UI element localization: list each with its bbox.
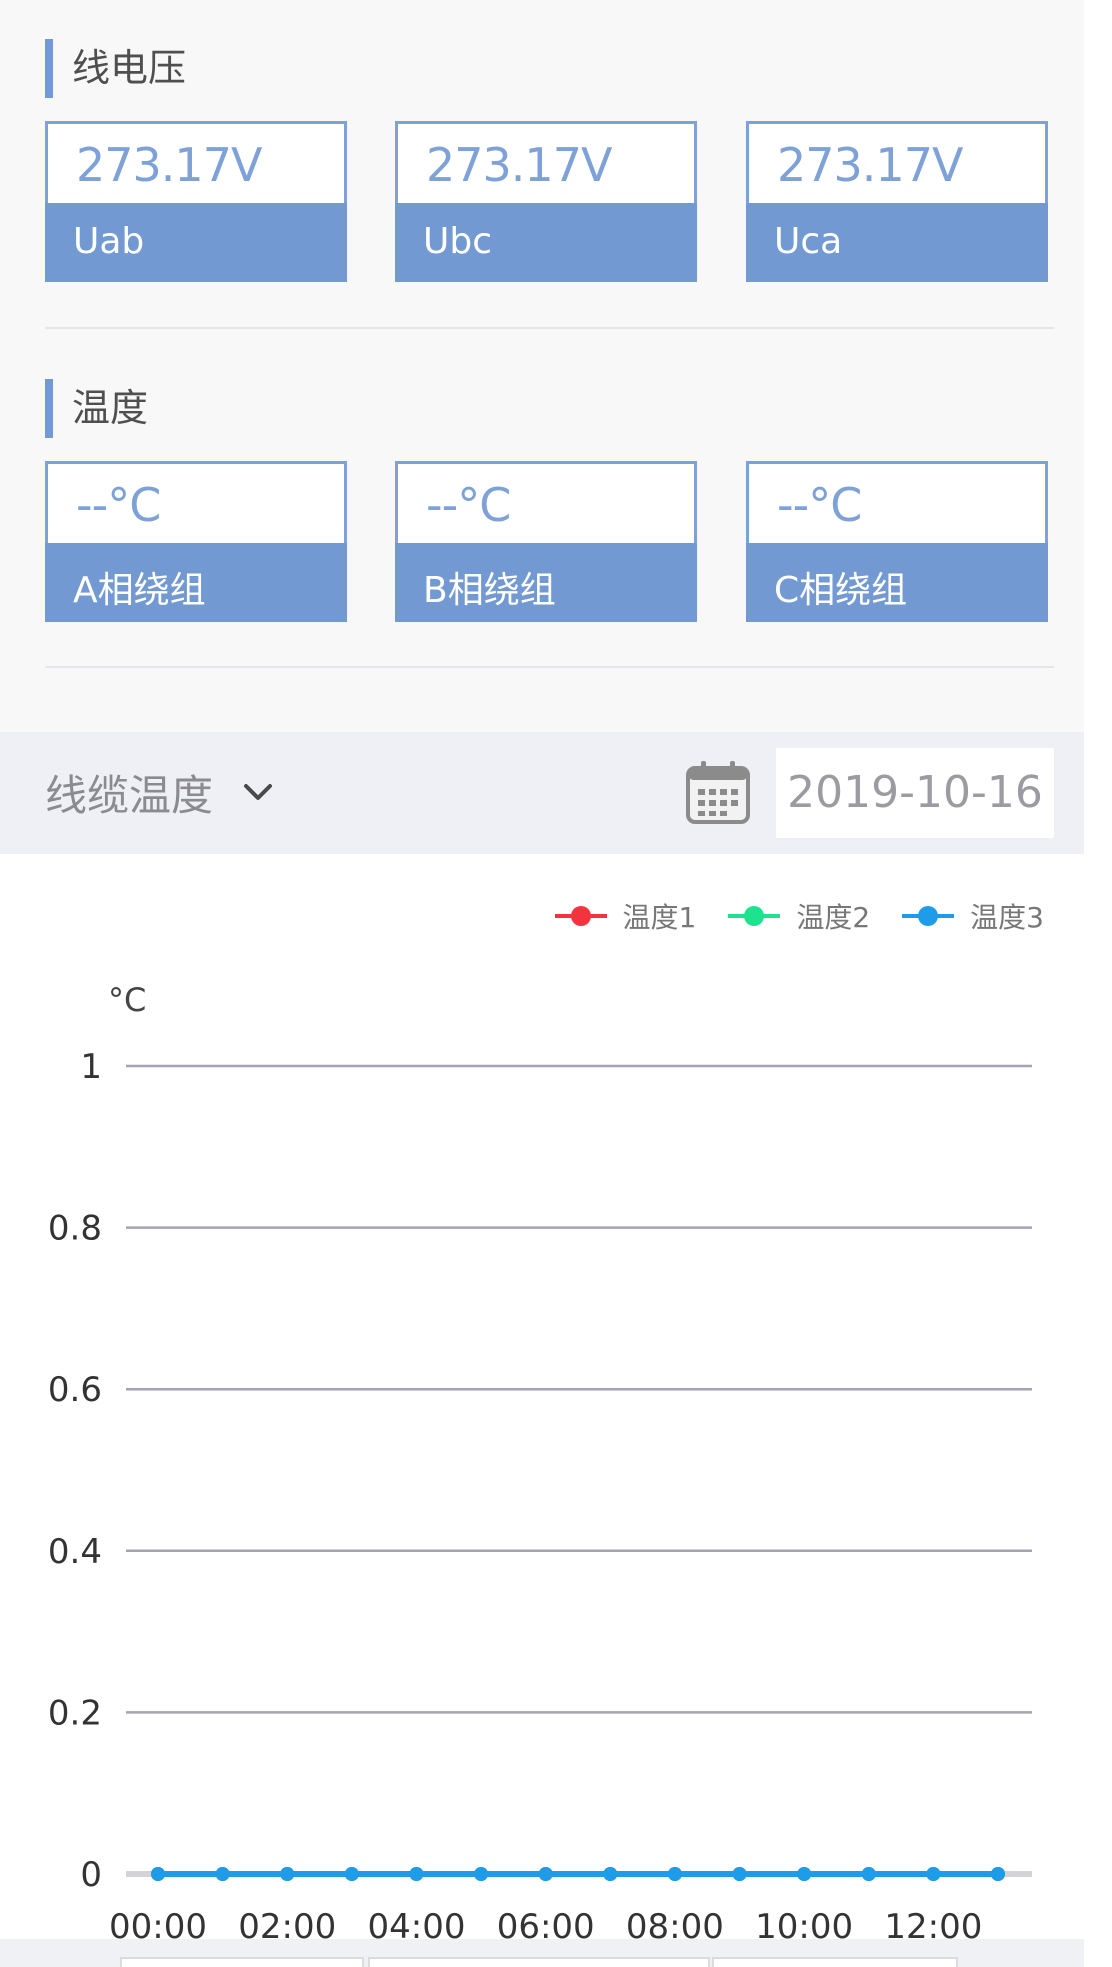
temperature-card-a: --°C A相绕组	[45, 461, 347, 622]
x-tick-label: 06:00	[497, 1907, 595, 1939]
chart-legend: 温度1 温度2 温度3	[553, 896, 1044, 936]
legend-label-series1: 温度1	[622, 901, 697, 934]
section-divider	[45, 666, 1054, 668]
series-point-3	[280, 1867, 295, 1881]
card-label-bar: A相绕组	[45, 543, 347, 622]
section-title-temperature: 温度	[45, 379, 148, 438]
y-tick-label: 0.6	[48, 1370, 102, 1410]
chevron-down-icon	[244, 784, 273, 800]
legend-swatch-series3	[902, 906, 955, 926]
y-tick-label: 1	[80, 1047, 102, 1087]
series-point-3	[667, 1867, 682, 1881]
voltage-card-uca: 273.17V Uca	[746, 121, 1048, 282]
y-tick-label: 0.8	[48, 1209, 102, 1249]
series-point-3	[732, 1867, 747, 1881]
temperature-chart: °C 1 0.8 0.6 0.4 0.2 0 00:00 02:00 04:00 06:00 08:0…	[0, 854, 1084, 1939]
voltage-card-uab: 273.17V Uab	[45, 121, 347, 282]
series-point-3	[409, 1867, 424, 1881]
page: 线电压 273.17V Uab 273.17V Ubc 273.17V Uca …	[0, 0, 1112, 1967]
legend-item-series1[interactable]: 温度1	[553, 896, 697, 936]
metric-dropdown-label: 线缆温度	[45, 770, 214, 820]
card-label-bar: B相绕组	[395, 543, 697, 622]
series-point-3	[926, 1867, 941, 1881]
series-point-3	[538, 1867, 553, 1881]
voltage-card-ubc: 273.17V Ubc	[395, 121, 697, 282]
card-label-bar: Uca	[746, 203, 1048, 282]
series-point-3	[344, 1867, 359, 1881]
voltage-label: Uca	[774, 221, 843, 262]
y-tick-label: 0.2	[48, 1693, 102, 1733]
series-point-3	[215, 1867, 230, 1881]
voltage-label: Ubc	[423, 221, 492, 262]
series-point-3	[603, 1867, 618, 1881]
chart-selector-bar: 线缆温度	[0, 732, 1084, 854]
temperature-value: --°C	[426, 478, 511, 532]
legend-item-series3[interactable]: 温度3	[900, 896, 1044, 936]
y-axis-unit-label: °C	[108, 981, 146, 1019]
date-input[interactable]	[776, 748, 1054, 838]
y-tick-label: 0.4	[48, 1532, 102, 1572]
temperature-label: C相绕组	[774, 570, 908, 611]
temperature-label: B相绕组	[423, 570, 556, 611]
x-tick-label: 12:00	[884, 1907, 982, 1939]
metric-dropdown[interactable]: 线缆温度	[45, 760, 275, 824]
y-tick-label: 0	[80, 1855, 102, 1895]
temperature-value: --°C	[76, 478, 161, 532]
temperature-card-c: --°C C相绕组	[746, 461, 1048, 622]
x-tick-label: 04:00	[367, 1907, 465, 1939]
series-point-3	[991, 1867, 1005, 1881]
section-divider	[45, 327, 1054, 329]
bottom-tab-strip	[0, 1939, 1084, 1967]
x-tick-label: 00:00	[109, 1907, 207, 1939]
voltage-value: 273.17V	[426, 138, 612, 192]
legend-label-series2: 温度2	[796, 901, 871, 934]
voltage-value: 273.17V	[76, 138, 262, 192]
bottom-tab[interactable]	[368, 1957, 710, 1967]
card-label-bar: C相绕组	[746, 543, 1048, 622]
card-label-bar: Uab	[45, 203, 347, 282]
voltage-label: Uab	[73, 221, 145, 262]
bottom-tab[interactable]	[120, 1957, 364, 1967]
calendar-icon[interactable]	[684, 758, 752, 826]
legend-swatch-series1	[554, 906, 607, 926]
section-title-voltage: 线电压	[45, 39, 186, 98]
legend-item-series2[interactable]: 温度2	[726, 896, 870, 936]
series-point-3	[474, 1867, 489, 1881]
series-point-3	[151, 1867, 165, 1881]
voltage-value: 273.17V	[777, 138, 963, 192]
temperature-card-b: --°C B相绕组	[395, 461, 697, 622]
legend-label-series3: 温度3	[970, 901, 1044, 934]
x-tick-label: 02:00	[238, 1907, 336, 1939]
legend-swatch-series2	[728, 906, 781, 926]
series-point-3	[861, 1867, 876, 1881]
monitor-panel: 线电压 273.17V Uab 273.17V Ubc 273.17V Uca …	[0, 0, 1084, 732]
card-label-bar: Ubc	[395, 203, 697, 282]
x-tick-label: 10:00	[755, 1907, 853, 1939]
x-tick-label: 08:00	[626, 1907, 724, 1939]
temperature-value: --°C	[777, 478, 862, 532]
temperature-label: A相绕组	[73, 570, 206, 611]
chart-canvas: °C1 0.8 0.6 0.4 0.2 000:00 02:00 04:00 06:00 08:0…	[48, 981, 1032, 1939]
series-point-3	[797, 1867, 812, 1881]
bottom-tab[interactable]	[712, 1957, 958, 1967]
